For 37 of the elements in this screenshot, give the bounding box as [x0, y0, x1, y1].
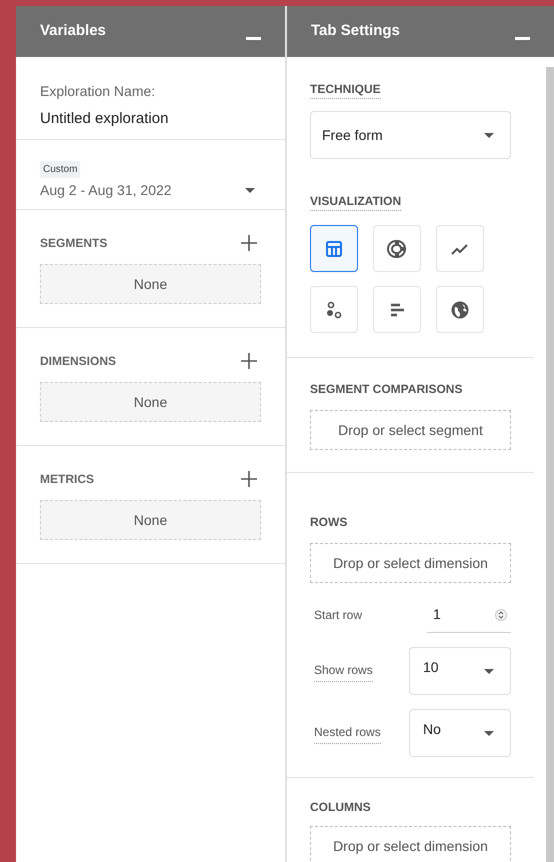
dropdown[interactable]: 10: [409, 647, 511, 695]
section-label: ROWS: [310, 514, 348, 531]
field-label: Nested rows: [314, 722, 381, 744]
section-title: METRICS: [40, 471, 94, 488]
section-title: DIMENSIONS: [40, 353, 116, 370]
caret-icon: [484, 730, 494, 736]
drop-zone[interactable]: None: [40, 500, 261, 540]
drop-zone[interactable]: None: [40, 382, 261, 422]
number-field[interactable]: 1: [427, 597, 511, 633]
panel-title: Tab Settings: [311, 21, 400, 42]
drop-zone[interactable]: Drop or select dimension: [310, 826, 511, 862]
visualization-button[interactable]: [310, 225, 358, 272]
panel-title: Variables: [40, 21, 106, 42]
dropdown[interactable]: No: [409, 709, 511, 757]
field-label: Start row: [313, 607, 362, 624]
drop-zone[interactable]: Drop or select dimension: [310, 543, 511, 583]
date-range-dropdown[interactable]: Aug 2 - Aug 31, 2022: [40, 180, 255, 201]
caret-icon: [484, 132, 494, 138]
technique-dropdown[interactable]: Free form: [310, 111, 511, 159]
field-label: Show rows: [314, 660, 373, 682]
caret-icon: [484, 668, 494, 674]
spinner-icon: [495, 606, 507, 622]
section-label: COLUMNS: [310, 799, 372, 816]
field-label: Exploration Name:: [40, 82, 156, 101]
date-badge: Custom: [40, 161, 80, 178]
add-icon[interactable]: [241, 235, 257, 251]
section-title: SEGMENTS: [40, 235, 108, 252]
drop-zone[interactable]: Drop or select segment: [310, 410, 511, 450]
caret-icon: [245, 188, 255, 193]
drop-zone[interactable]: None: [40, 264, 261, 304]
add-icon[interactable]: [241, 353, 257, 369]
scrollbar[interactable]: [546, 67, 554, 862]
add-icon[interactable]: [241, 471, 257, 487]
section-label: TECHNIQUE: [310, 82, 381, 99]
exploration-name[interactable]: Untitled exploration: [40, 108, 261, 130]
section-label: SEGMENT COMPARISONS: [310, 381, 464, 398]
section-label: VISUALIZATION: [310, 194, 402, 211]
